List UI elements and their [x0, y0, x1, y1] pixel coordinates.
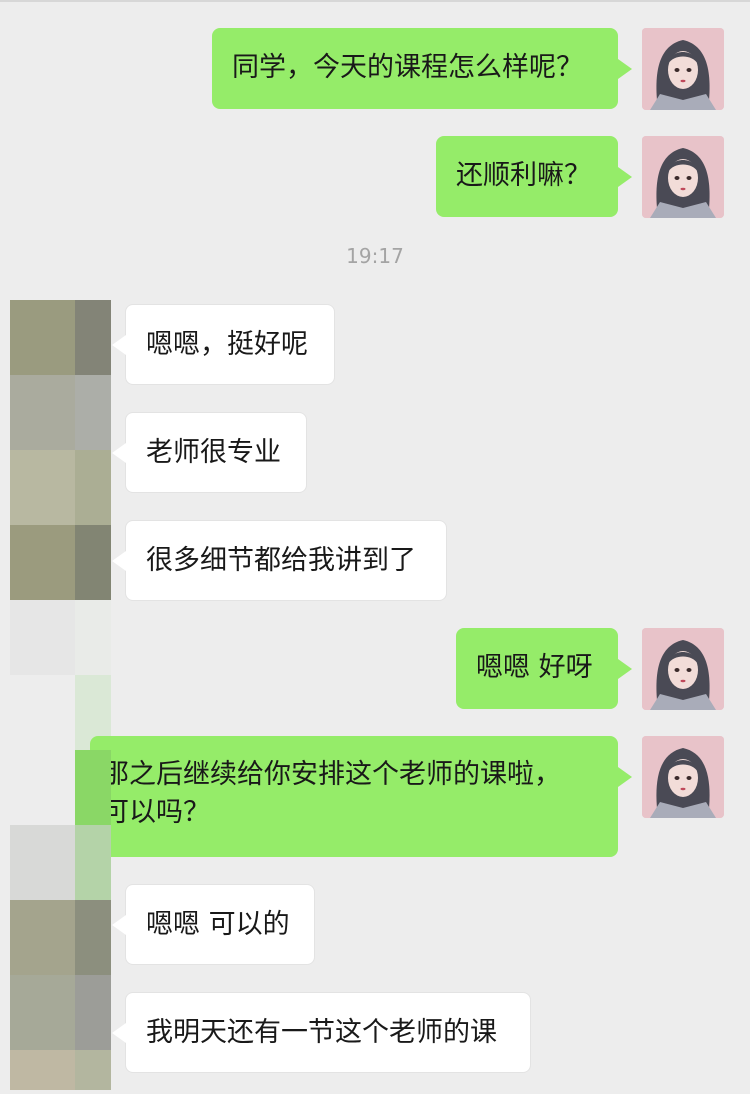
message-text-line: 可以吗？ [102, 797, 210, 828]
contact-avatar-mosaic-overlay [75, 825, 111, 857]
message-text: 嗯嗯 可以的 [146, 909, 290, 940]
message-text-line: 那之后继续给你安排这个老师的课啦， [102, 759, 561, 790]
message-bubble-sent[interactable]: 还顺利嘛？ [436, 136, 618, 217]
message-text: 老师很专业 [146, 437, 281, 468]
message-text: 嗯嗯 好呀 [476, 652, 593, 683]
bubble-tail [112, 915, 126, 935]
timestamp: 19:17 [346, 244, 404, 268]
bubble-tail [618, 59, 632, 79]
message-bubble-sent[interactable]: 同学，今天的课程怎么样呢？ [212, 28, 618, 109]
bubble-tail [618, 167, 632, 187]
top-divider [0, 0, 750, 2]
avatar-icon[interactable] [642, 628, 724, 710]
contact-avatar-mosaic [10, 300, 111, 1090]
bubble-tail [112, 551, 126, 571]
avatar-icon[interactable] [642, 136, 724, 218]
message-bubble-received[interactable]: 嗯嗯 可以的 [125, 884, 315, 965]
avatar-icon[interactable] [642, 736, 724, 818]
message-bubble-received[interactable]: 我明天还有一节这个老师的课 [125, 992, 531, 1073]
bubble-tail [618, 767, 632, 787]
bubble-tail [112, 335, 126, 355]
bubble-tail [112, 443, 126, 463]
message-bubble-sent[interactable]: 那之后继续给你安排这个老师的课啦， 可以吗？ [90, 736, 618, 857]
message-bubble-sent[interactable]: 嗯嗯 好呀 [456, 628, 618, 709]
message-text: 我明天还有一节这个老师的课 [146, 1017, 497, 1048]
bubble-tail [618, 659, 632, 679]
message-bubble-received[interactable]: 老师很专业 [125, 412, 307, 493]
message-bubble-received[interactable]: 嗯嗯，挺好呢 [125, 304, 335, 385]
bubble-tail [112, 1023, 126, 1043]
avatar-icon[interactable] [642, 28, 724, 110]
message-text: 很多细节都给我讲到了 [146, 545, 416, 576]
contact-avatar-mosaic-overlay [10, 825, 75, 857]
message-bubble-received[interactable]: 很多细节都给我讲到了 [125, 520, 447, 601]
message-text: 还顺利嘛？ [456, 160, 591, 191]
contact-avatar-mosaic-overlay [75, 750, 111, 825]
message-text: 嗯嗯，挺好呢 [146, 329, 308, 360]
message-text: 同学，今天的课程怎么样呢？ [232, 52, 583, 83]
